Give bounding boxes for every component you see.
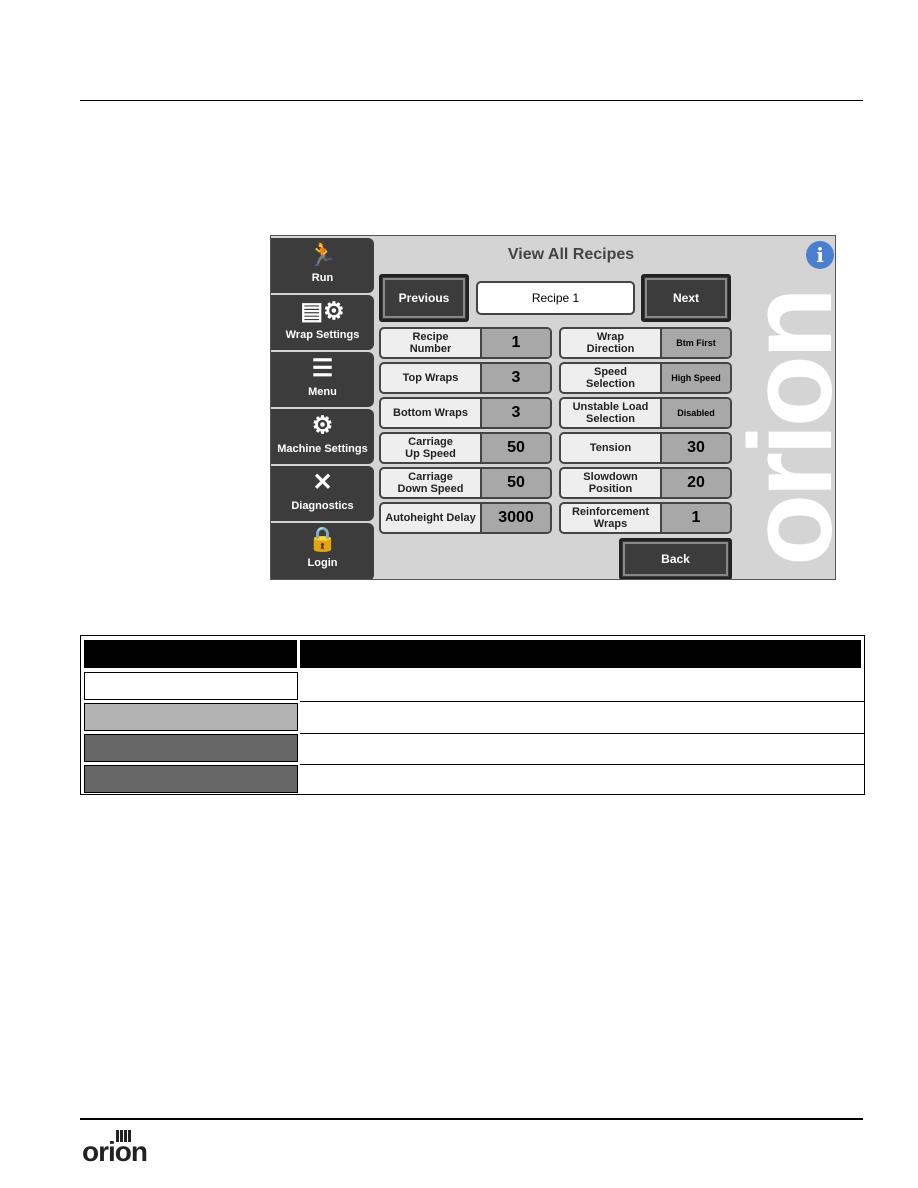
recipe-display: Recipe 1 — [476, 281, 635, 315]
lock-icon: 🔒 — [307, 526, 338, 553]
sidebar-login[interactable]: 🔒 Login — [271, 523, 374, 579]
field-value[interactable]: 3 — [480, 364, 550, 392]
row-divider — [300, 701, 864, 702]
back-button[interactable]: Back — [619, 538, 732, 579]
field-value[interactable]: 1 — [480, 329, 550, 357]
field-value[interactable]: High Speed — [660, 364, 730, 392]
header-rule — [80, 100, 863, 101]
row-divider — [300, 764, 864, 765]
sidebar-menu[interactable]: ☰ Menu — [271, 352, 374, 407]
field-value[interactable]: Disabled — [660, 399, 730, 427]
recipe-field: Bottom Wraps 3 — [379, 397, 552, 429]
field-value[interactable]: 50 — [480, 469, 550, 497]
sidebar-machine-settings[interactable]: ⚙ Machine Settings — [271, 409, 374, 464]
hamburger-menu-icon: ☰ — [311, 355, 334, 382]
field-value[interactable]: 50 — [480, 434, 550, 462]
hmi-screenshot: 🏃 Run ▤⚙ Wrap Settings ☰ Menu ⚙ Machine Sett… — [270, 235, 836, 580]
manual-page: 🏃 Run ▤⚙ Wrap Settings ☰ Menu ⚙ Machine Sett… — [0, 0, 918, 1188]
gear-icon: ⚙ — [311, 412, 334, 439]
recipe-field: Speed Selection High Speed — [559, 362, 732, 394]
field-label: Speed Selection — [586, 366, 635, 390]
recipe-field: Top Wraps 3 — [379, 362, 552, 394]
recipe-field: Carriage Up Speed 50 — [379, 432, 552, 464]
field-value[interactable]: 1 — [660, 504, 730, 532]
table-header-left — [84, 640, 297, 668]
field-label: Tension — [589, 442, 632, 454]
wrap-gear-icon: ▤⚙ — [300, 298, 345, 325]
recipe-field: Recipe Number 1 — [379, 327, 552, 359]
orion-footer-logo: orion — [82, 1128, 162, 1168]
field-label: Top Wraps — [402, 372, 459, 384]
field-value[interactable]: 20 — [660, 469, 730, 497]
field-value[interactable]: 3000 — [480, 504, 550, 532]
field-label: Carriage Down Speed — [397, 471, 464, 495]
field-label: Autoheight Delay — [385, 512, 476, 524]
next-button[interactable]: Next — [641, 274, 731, 322]
footer-rule — [80, 1118, 863, 1120]
orion-vertical-logo: orion — [725, 291, 836, 566]
sidebar-run[interactable]: 🏃 Run — [271, 238, 374, 293]
table-header-right — [300, 640, 861, 668]
field-label: Carriage Up Speed — [405, 436, 456, 460]
field-label: Bottom Wraps — [393, 407, 468, 419]
field-value[interactable]: 30 — [660, 434, 730, 462]
swatch-light-gray — [84, 703, 298, 731]
field-label: Wrap Direction — [586, 331, 635, 355]
sidebar-wrap-settings[interactable]: ▤⚙ Wrap Settings — [271, 295, 374, 350]
swatch-dark-gray — [84, 734, 298, 762]
recipe-field: Unstable Load Selection Disabled — [559, 397, 732, 429]
swatch-dark-gray-2 — [84, 765, 298, 793]
info-icon[interactable]: i — [806, 241, 834, 269]
running-man-icon: 🏃 — [307, 241, 338, 268]
recipe-field: Slowdown Position 20 — [559, 467, 732, 499]
field-value[interactable]: Btm First — [660, 329, 730, 357]
swatch-white — [84, 672, 298, 700]
field-label: Unstable Load Selection — [572, 401, 649, 425]
recipe-field: Carriage Down Speed 50 — [379, 467, 552, 499]
recipe-field: Tension 30 — [559, 432, 732, 464]
recipe-field: Autoheight Delay 3000 — [379, 502, 552, 534]
row-divider — [300, 733, 864, 734]
recipe-field: Wrap Direction Btm First — [559, 327, 732, 359]
field-label: Slowdown Position — [583, 471, 638, 495]
color-legend-table — [80, 635, 865, 795]
field-label: Recipe Number — [409, 331, 452, 355]
sidebar-diagnostics[interactable]: ✕ Diagnostics — [271, 466, 374, 521]
previous-button[interactable]: Previous — [379, 274, 469, 322]
field-value[interactable]: 3 — [480, 399, 550, 427]
screen-title: View All Recipes — [507, 246, 635, 263]
wrench-screwdriver-icon: ✕ — [312, 469, 333, 496]
recipe-field: Reinforcement Wraps 1 — [559, 502, 732, 534]
field-label: Reinforcement Wraps — [571, 506, 650, 530]
